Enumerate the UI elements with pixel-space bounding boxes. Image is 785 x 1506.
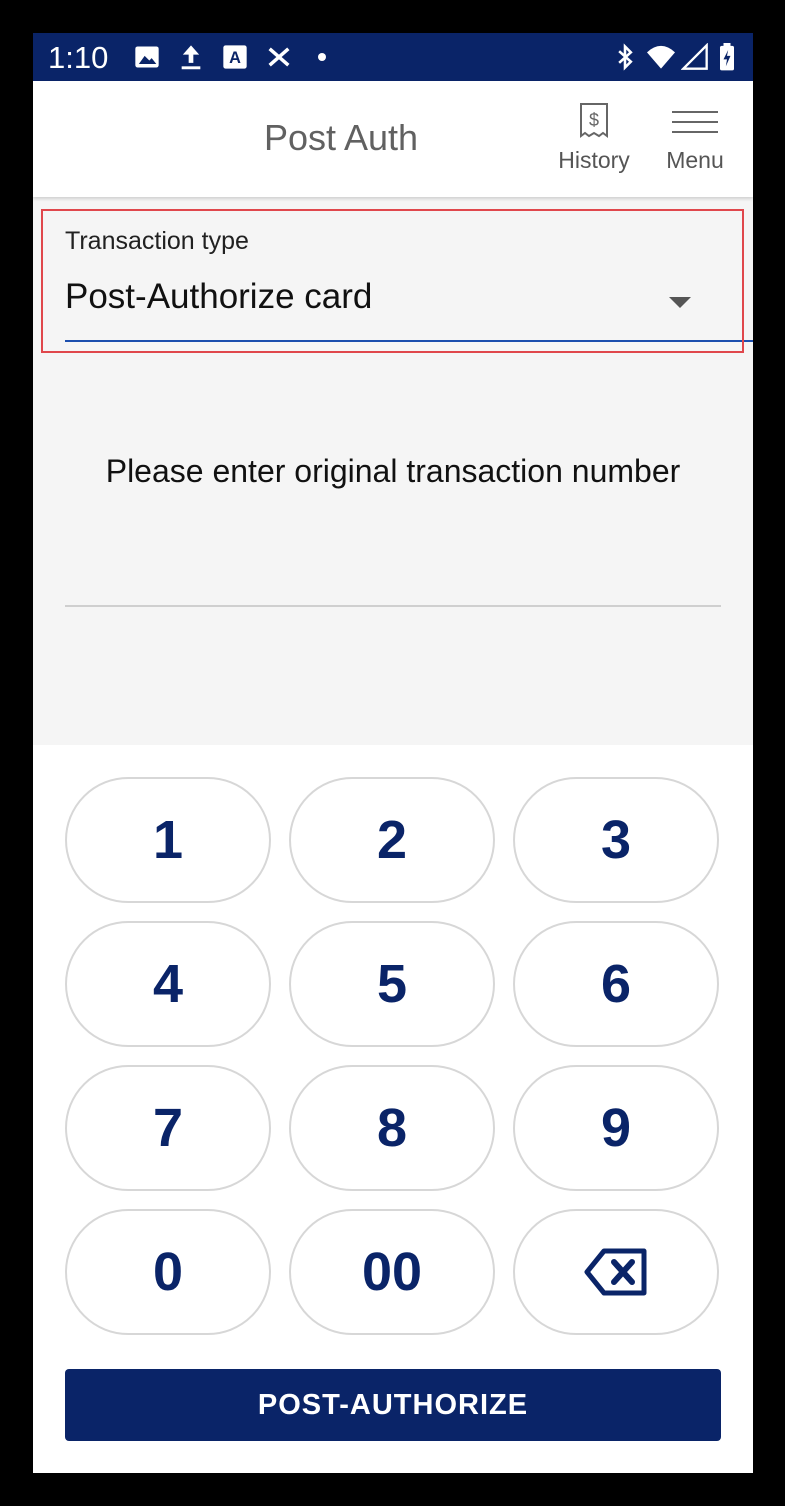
key-00[interactable]: 00 (289, 1209, 495, 1335)
transaction-number-input[interactable] (65, 533, 721, 607)
notification-dot (318, 53, 326, 61)
key-0[interactable]: 0 (65, 1209, 271, 1335)
key-1[interactable]: 1 (65, 777, 271, 903)
status-bar: 1:10 A (33, 33, 753, 81)
history-label: History (558, 147, 630, 173)
key-3[interactable]: 3 (513, 777, 719, 903)
phone-screen: 1:10 A Post Auth $ History Menu Transact… (33, 33, 753, 1473)
signal-icon (681, 43, 708, 70)
image-icon (135, 46, 159, 68)
receipt-dollar-icon: $ (580, 103, 608, 138)
keypad: 1 2 3 4 5 6 7 8 9 0 00 POST-AUTHORIZE (33, 745, 753, 1473)
instruction-prompt: Please enter original transaction number (105, 453, 681, 489)
battery-charging-icon (720, 43, 734, 71)
svg-text:$: $ (589, 110, 599, 130)
text-icon: A (223, 45, 247, 69)
dropdown-arrow-icon[interactable] (669, 297, 691, 308)
app-bar: Post Auth $ History Menu (33, 81, 753, 197)
no-service-icon (268, 47, 290, 67)
menu-button[interactable]: Menu (661, 103, 729, 174)
upload-icon (181, 45, 201, 70)
dropdown-underline (65, 340, 753, 342)
key-2[interactable]: 2 (289, 777, 495, 903)
key-9[interactable]: 9 (513, 1065, 719, 1191)
svg-text:A: A (229, 49, 241, 67)
key-7[interactable]: 7 (65, 1065, 271, 1191)
menu-label: Menu (666, 147, 724, 173)
transaction-type-label: Transaction type (65, 227, 249, 255)
key-5[interactable]: 5 (289, 921, 495, 1047)
key-4[interactable]: 4 (65, 921, 271, 1047)
transaction-type-value[interactable]: Post-Authorize card (65, 277, 372, 317)
status-time: 1:10 (48, 40, 109, 75)
transaction-type-dropdown[interactable]: Transaction type Post-Authorize card (65, 209, 753, 343)
wifi-icon (647, 45, 675, 69)
bluetooth-icon (618, 43, 633, 71)
hamburger-menu-icon (672, 111, 718, 133)
history-button[interactable]: $ History (553, 103, 635, 174)
post-authorize-button[interactable]: POST-AUTHORIZE (65, 1369, 721, 1441)
key-6[interactable]: 6 (513, 921, 719, 1047)
key-8[interactable]: 8 (289, 1065, 495, 1191)
backspace-icon (584, 1248, 647, 1296)
backspace-button[interactable] (513, 1209, 719, 1335)
